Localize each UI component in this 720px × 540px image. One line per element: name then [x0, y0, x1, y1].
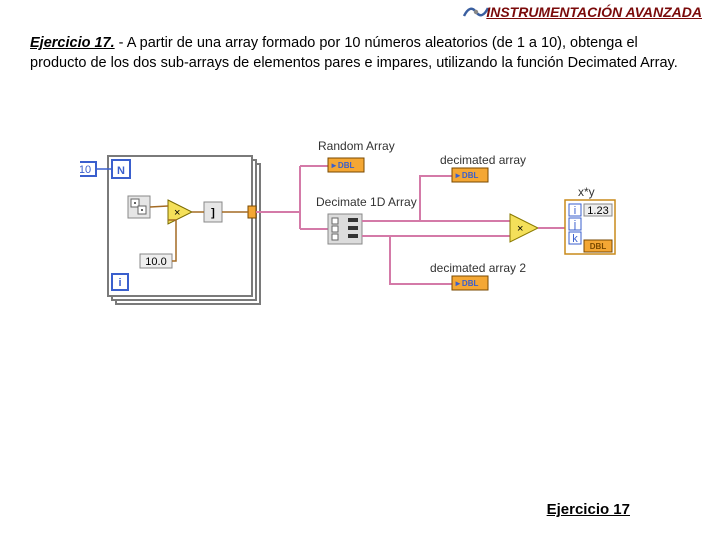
- exercise-footer-link[interactable]: Ejercicio 17: [547, 501, 630, 518]
- random-array-label: Random Array: [318, 139, 395, 153]
- svg-text:k: k: [572, 233, 578, 245]
- svg-text:DBL: DBL: [590, 242, 607, 251]
- decimated-array2-label: decimated array 2: [430, 261, 526, 275]
- random-array-glyph: ►DBL: [330, 161, 354, 170]
- wire-dec-bottom: [362, 236, 452, 284]
- multiply-xy-node: [510, 214, 538, 242]
- svg-text:i: i: [574, 205, 576, 217]
- svg-text:1.23: 1.23: [587, 205, 608, 217]
- loop-i-label: i: [118, 277, 121, 289]
- decimate-label: Decimate 1D Array: [316, 195, 417, 209]
- exercise-label: Ejercicio 17.: [30, 35, 115, 51]
- constant-ten-value: 10.0: [145, 256, 166, 268]
- wire-rand-to-mult: [150, 206, 168, 207]
- svg-text:×: ×: [174, 207, 180, 219]
- svg-text:×: ×: [517, 223, 523, 235]
- decimated-array-glyph: ►DBL: [454, 171, 478, 180]
- svg-text:]: ]: [211, 207, 215, 219]
- loop-tunnel: [248, 206, 256, 218]
- decimated-array-label: decimated array: [440, 153, 526, 167]
- svg-text:j: j: [573, 219, 576, 231]
- block-diagram: N 10 i × ] 10.0 Random Array ►DBL Decima…: [80, 136, 640, 356]
- loop-count-value: 10: [80, 164, 91, 176]
- exercise-prompt: Ejercicio 17. - A partir de una array fo…: [30, 34, 696, 73]
- page-header: INSTRUMENTACIÓN AVANZADA: [486, 4, 702, 20]
- loop-n-label: N: [117, 165, 125, 177]
- xy-label: x*y: [578, 185, 595, 199]
- decimated-array2-glyph: ►DBL: [454, 279, 478, 288]
- exercise-text: - A partir de una array formado por 10 n…: [30, 35, 678, 71]
